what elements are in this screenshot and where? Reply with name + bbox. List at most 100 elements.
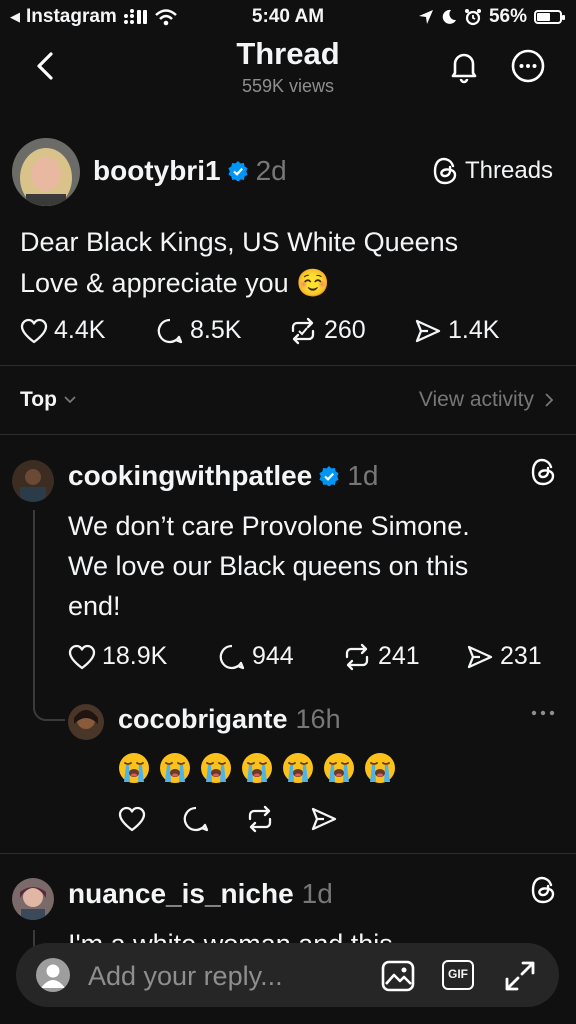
reply-avatar[interactable] xyxy=(12,878,54,920)
reply-emoji-text xyxy=(118,752,396,784)
share-send-icon xyxy=(415,319,441,342)
root-like-count: 4.4K xyxy=(54,316,106,344)
avatar-photo xyxy=(68,704,104,740)
location-arrow-icon xyxy=(418,10,433,24)
root-post-line-1: Dear Black Kings, US White Queens xyxy=(20,227,459,257)
thread-header: Thread 559K views xyxy=(0,34,576,102)
comment-bubble-icon[interactable] xyxy=(182,805,210,833)
reply-avatar[interactable] xyxy=(12,460,54,502)
thread-connector-line xyxy=(33,510,35,710)
root-share-count: 1.4K xyxy=(448,316,500,344)
image-picker-icon[interactable] xyxy=(380,958,416,994)
root-post-line-2: Love & appreciate you ☺️ xyxy=(20,268,330,298)
heart-icon xyxy=(68,644,96,669)
loudly-crying-face-emoji xyxy=(324,753,354,783)
page-title: Thread xyxy=(236,36,340,71)
root-author-name-row: bootybri1 2d xyxy=(93,155,287,187)
battery-fill xyxy=(537,13,551,21)
share-send-icon xyxy=(467,645,493,668)
view-activity-link[interactable]: View activity xyxy=(419,388,554,412)
reply-like-button[interactable]: 18.9K xyxy=(68,642,167,671)
reply-line-2: We love our Black queens on this xyxy=(68,551,469,581)
comment-bubble-icon xyxy=(157,318,183,343)
reply-line-3: end! xyxy=(68,591,121,621)
reply-time: 16h xyxy=(295,704,341,734)
reply-comment-button[interactable]: 944 xyxy=(218,642,294,671)
my-avatar xyxy=(36,958,70,992)
more-options-icon[interactable] xyxy=(530,708,556,718)
thread-connector-curve xyxy=(33,700,65,721)
root-post-time: 2d xyxy=(255,155,287,186)
chevron-right-icon xyxy=(545,393,554,407)
threads-logo-icon[interactable] xyxy=(531,876,557,904)
reply-repost-button[interactable]: 241 xyxy=(342,642,420,671)
reply-author-name-row: cookingwithpatlee 1d xyxy=(68,460,378,492)
notification-bell-icon[interactable] xyxy=(444,46,484,86)
share-send-icon[interactable] xyxy=(310,806,338,832)
reply-time: 1d xyxy=(347,460,379,491)
more-options-icon[interactable] xyxy=(508,46,548,86)
reply-share-button[interactable]: 231 xyxy=(466,642,542,671)
root-comment-count: 8.5K xyxy=(190,316,242,344)
avatar-photo xyxy=(12,878,54,920)
user-silhouette-icon xyxy=(41,964,65,988)
repost-icon xyxy=(345,643,369,670)
heart-icon[interactable] xyxy=(118,806,146,832)
loudly-crying-face-emoji xyxy=(160,753,190,783)
root-like-button[interactable]: 4.4K xyxy=(20,316,105,345)
loudly-crying-face-emoji xyxy=(119,753,149,783)
avatar-photo xyxy=(12,460,54,502)
loudly-crying-face-emoji xyxy=(365,753,395,783)
root-repost-button[interactable]: 260 xyxy=(288,316,366,345)
root-comment-button[interactable]: 8.5K xyxy=(156,316,241,345)
reply-line-1: We don’t care Provolone Simone. xyxy=(68,511,470,541)
status-right: 56% xyxy=(418,6,565,28)
threads-logo-icon[interactable] xyxy=(531,458,557,486)
alarm-clock-icon xyxy=(464,9,481,26)
reply-username[interactable]: nuance_is_niche xyxy=(68,878,294,910)
root-post-text: Dear Black Kings, US White Queens Love &… xyxy=(20,222,560,304)
reply-username[interactable]: cocobrigante xyxy=(118,704,288,735)
root-author-avatar[interactable] xyxy=(12,138,80,206)
do-not-disturb-moon-icon xyxy=(442,9,456,24)
avatar-photo xyxy=(12,138,80,206)
root-repost-count: 260 xyxy=(324,316,366,344)
gif-button[interactable]: GIF xyxy=(442,960,474,990)
threads-logo-icon xyxy=(433,157,457,185)
thread-screen: ◀ Instagram 5:40 AM 56% Thread 559K view… xyxy=(0,0,576,1024)
reply-username[interactable]: cookingwithpatlee xyxy=(68,460,312,492)
sort-label: Top xyxy=(20,388,57,411)
loudly-crying-face-emoji xyxy=(283,753,313,783)
threads-badge-label: Threads xyxy=(465,157,554,184)
verified-badge-icon xyxy=(319,466,339,486)
reply-author-name-row: nuance_is_niche 1d xyxy=(68,878,333,910)
chevron-down-icon xyxy=(64,396,76,404)
root-username[interactable]: bootybri1 xyxy=(93,155,221,187)
battery-percent: 56% xyxy=(488,6,527,27)
expand-icon[interactable] xyxy=(502,958,538,994)
reply-time: 1d xyxy=(301,878,333,909)
reply-repost-count: 241 xyxy=(378,642,420,670)
repost-icon[interactable] xyxy=(245,805,275,833)
reply-like-count: 18.9K xyxy=(102,642,168,670)
view-activity-label: View activity xyxy=(418,388,534,411)
sort-dropdown[interactable]: Top xyxy=(20,388,77,412)
reply-avatar[interactable] xyxy=(68,704,104,740)
replies-sort-bar: Top View activity xyxy=(0,384,576,420)
view-count: 559K views xyxy=(241,76,335,96)
reply-composer-bar: GIF xyxy=(16,943,559,1007)
reply-share-count: 231 xyxy=(500,642,542,670)
reply-text: We don’t care Provolone Simone. We love … xyxy=(68,506,568,626)
threads-app-badge[interactable]: Threads xyxy=(433,157,553,185)
battery-icon xyxy=(534,10,565,24)
loudly-crying-face-emoji xyxy=(201,753,231,783)
reply-input[interactable] xyxy=(88,959,358,993)
loudly-crying-face-emoji xyxy=(242,753,272,783)
repost-icon xyxy=(291,317,315,344)
root-share-button[interactable]: 1.4K xyxy=(414,316,499,345)
comment-bubble-icon xyxy=(219,644,245,669)
divider-reply xyxy=(0,853,576,854)
reply-comment-count: 944 xyxy=(252,642,294,670)
divider-sort xyxy=(0,434,576,435)
heart-icon xyxy=(20,318,48,343)
